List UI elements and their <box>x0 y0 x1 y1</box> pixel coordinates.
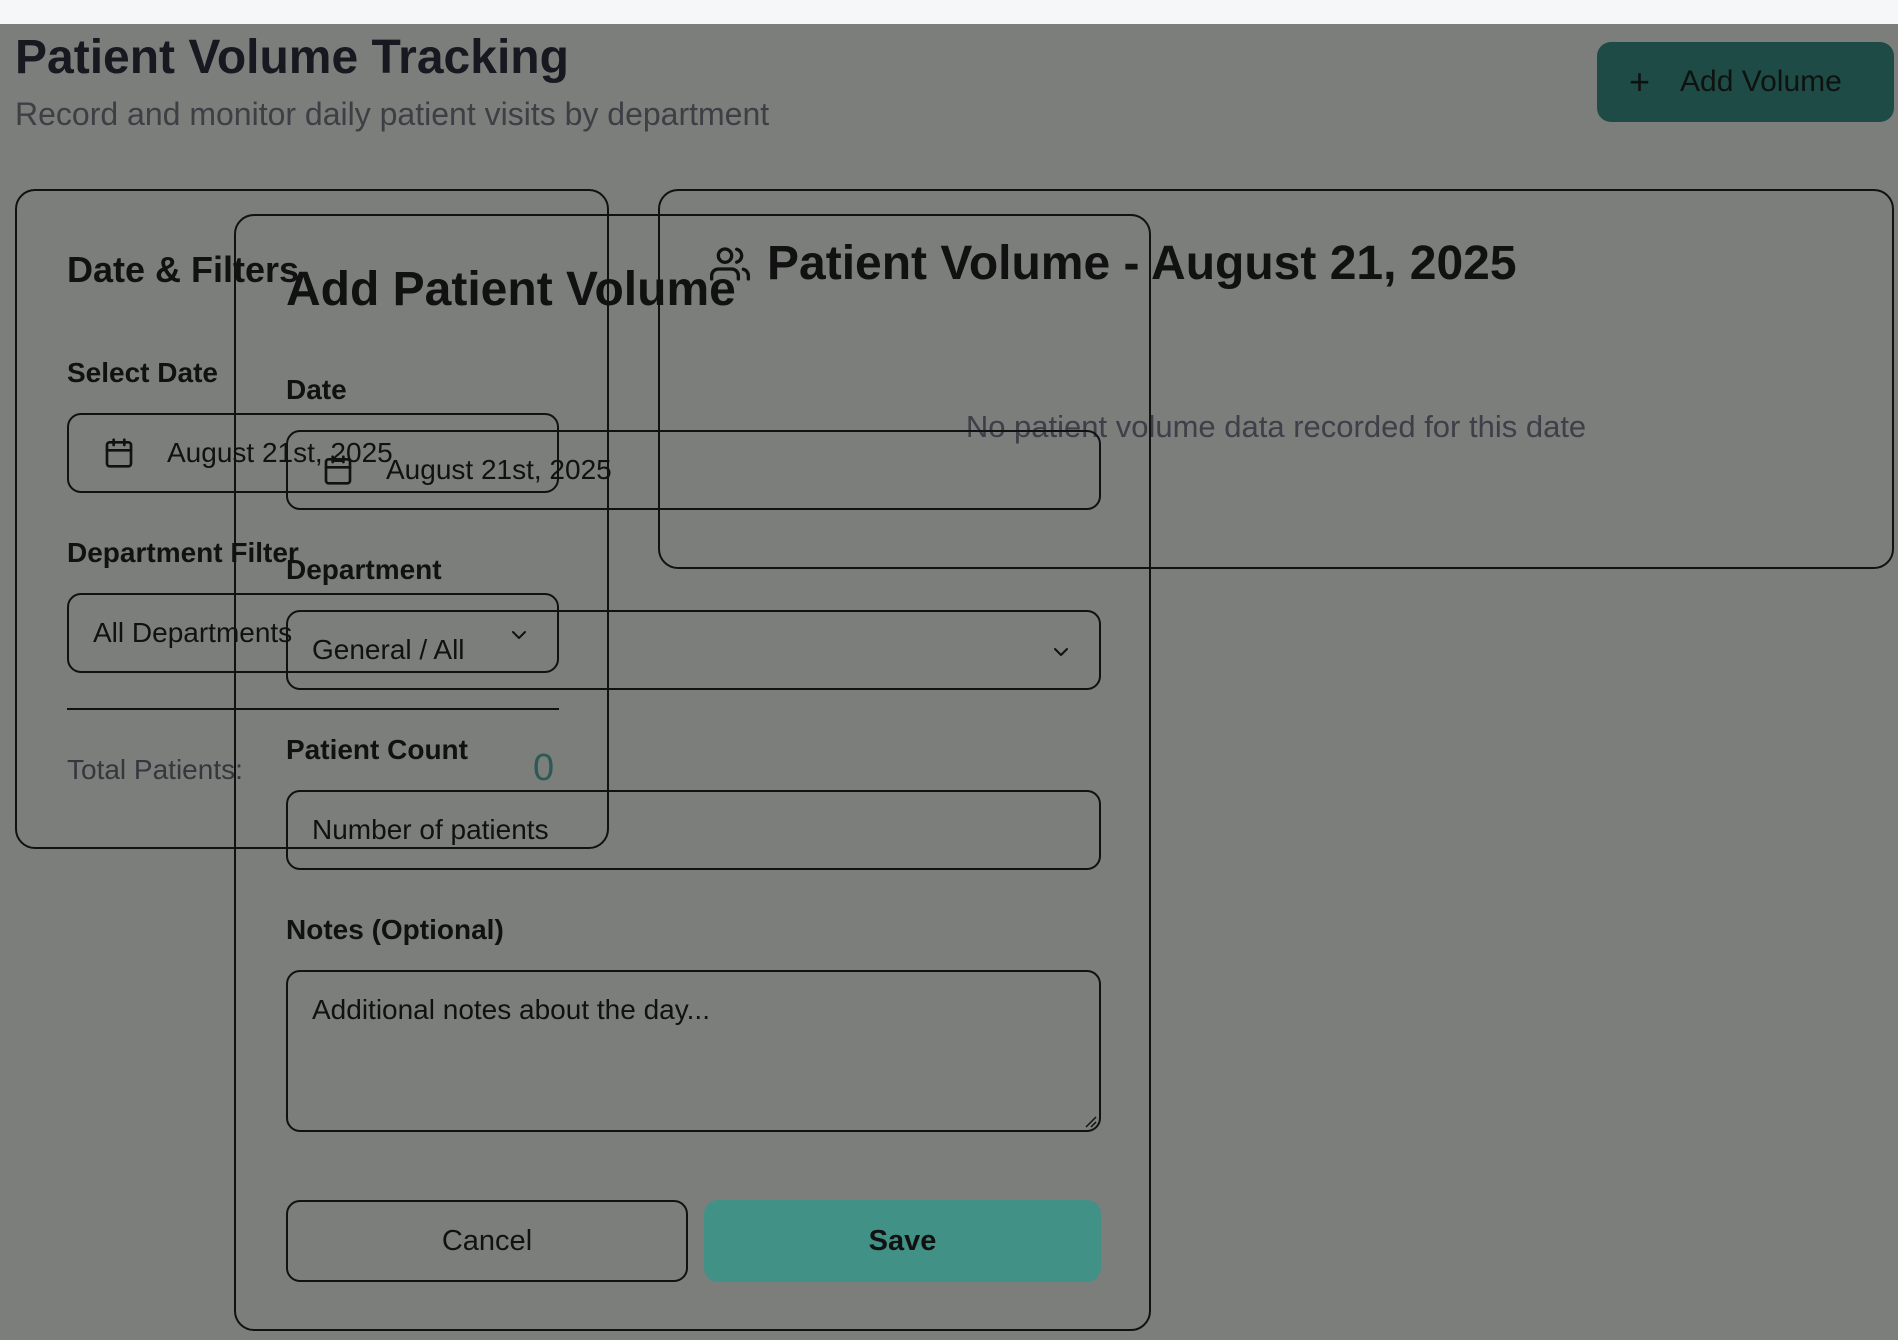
top-strip <box>0 0 1898 24</box>
cancel-label: Cancel <box>441 1224 533 1257</box>
notes-label: Notes (Optional) <box>286 914 504 945</box>
patient-count-label: Patient Count <box>286 734 468 765</box>
add-patient-volume-dialog: Add Patient Volume Date August 21st, 202… <box>234 214 1151 1331</box>
select-date-label: Select Date <box>67 357 218 388</box>
cancel-button[interactable]: Cancel <box>286 1200 688 1282</box>
add-volume-label: Add Volume <box>1680 65 1842 98</box>
total-patients-label: Total Patients: <box>67 754 243 785</box>
date-value: August 21st, 2025 <box>386 454 612 485</box>
patient-count-placeholder: Number of patients <box>312 814 549 845</box>
save-label: Save <box>868 1224 937 1257</box>
notes-placeholder: Additional notes about the day... <box>312 994 710 1025</box>
save-button[interactable]: Save <box>704 1200 1101 1282</box>
date-picker-button[interactable]: August 21st, 2025 <box>286 430 1101 510</box>
department-label: Department <box>286 554 442 585</box>
page-title: Patient Volume Tracking <box>15 31 569 84</box>
resize-handle-icon[interactable] <box>1083 1114 1097 1128</box>
add-volume-button[interactable]: + Add Volume <box>1597 42 1894 122</box>
chevron-down-icon <box>1049 640 1073 664</box>
patient-count-input[interactable]: Number of patients <box>286 790 1101 870</box>
calendar-icon <box>103 437 135 469</box>
date-label: Date <box>286 374 347 405</box>
department-value: General / All <box>312 634 465 665</box>
department-select[interactable]: General / All <box>286 610 1101 690</box>
plus-icon: + <box>1629 61 1651 102</box>
dialog-title: Add Patient Volume <box>286 263 736 316</box>
notes-textarea[interactable]: Additional notes about the day... <box>286 970 1101 1132</box>
calendar-icon <box>322 454 354 486</box>
page-subtitle: Record and monitor daily patient visits … <box>15 96 770 132</box>
